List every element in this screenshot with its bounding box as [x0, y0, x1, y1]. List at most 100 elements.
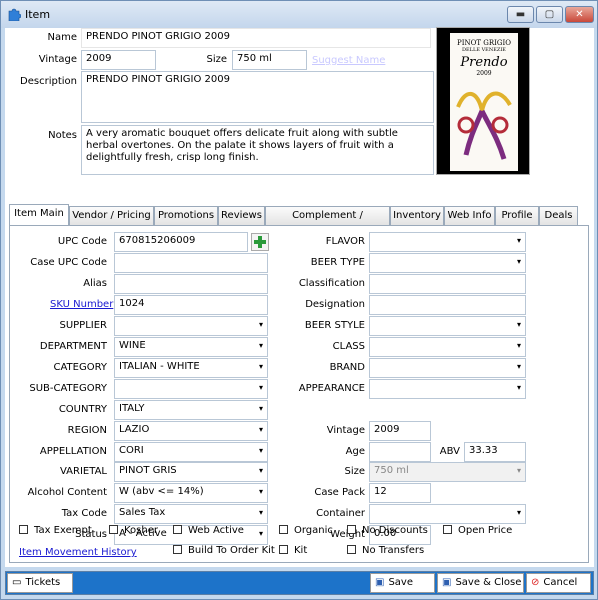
item-movement-history-link[interactable]: Item Movement History: [19, 547, 137, 558]
checkbox-box: [173, 525, 182, 534]
notes-field[interactable]: A very aromatic bouquet offers delicate …: [81, 125, 434, 175]
chevron-down-icon: ▾: [258, 404, 263, 413]
chevron-down-icon: ▾: [516, 466, 521, 475]
open-price-label: Open Price: [458, 525, 513, 536]
tab-complement-substitute[interactable]: Complement / Substitute: [265, 206, 390, 238]
size-select[interactable]: 750 ml ▾: [369, 462, 526, 482]
size-label: Size: [206, 54, 227, 65]
tab-promotions[interactable]: Promotions: [154, 206, 218, 225]
kosher-checkbox[interactable]: Kosher: [109, 525, 158, 536]
save-button[interactable]: ▣ Save: [370, 573, 435, 593]
category-select[interactable]: ITALIAN - WHITE ▾: [114, 358, 268, 378]
tab-inventory[interactable]: Inventory: [390, 206, 444, 225]
save-close-button[interactable]: ▣ Save & Close: [437, 573, 524, 593]
upc-field[interactable]: 670815206009: [114, 232, 248, 252]
tab-profile[interactable]: Profile: [495, 206, 539, 225]
no-discounts-checkbox[interactable]: No Discounts: [347, 525, 428, 536]
abv-field[interactable]: 33.33: [464, 442, 526, 462]
taxcode-label: Tax Code: [61, 508, 107, 519]
appellation-select[interactable]: CORI ▾: [114, 442, 268, 462]
region-value: LAZIO: [119, 424, 150, 435]
save-close-label: Save & Close: [455, 577, 522, 588]
kit-checkbox[interactable]: Kit: [279, 545, 307, 556]
class-select[interactable]: ▾: [369, 337, 526, 357]
open-price-checkbox[interactable]: Open Price: [443, 525, 512, 536]
label-year: 2009: [476, 70, 492, 77]
taxcode-select[interactable]: Sales Tax ▾: [114, 504, 268, 524]
classification-field[interactable]: [369, 274, 526, 294]
cancel-button[interactable]: ⊘ Cancel: [526, 573, 591, 593]
build-to-order-label: Build To Order Kit: [188, 545, 275, 556]
vintage-field[interactable]: 2009: [81, 50, 156, 70]
subcategory-select[interactable]: ▾: [114, 379, 268, 399]
beerstyle-select[interactable]: ▾: [369, 316, 526, 336]
alias-field[interactable]: [114, 274, 268, 294]
case-upc-label: Case UPC Code: [30, 257, 107, 268]
alcohol-select[interactable]: W (abv <= 14%) ▾: [114, 483, 268, 503]
supplier-select[interactable]: ▾: [114, 316, 268, 336]
web-active-checkbox[interactable]: Web Active: [173, 525, 244, 536]
country-select[interactable]: ITALY ▾: [114, 400, 268, 420]
country-value: ITALY: [119, 403, 145, 414]
container-select[interactable]: ▾: [369, 504, 526, 524]
kosher-label: Kosher: [124, 525, 158, 536]
cancel-label: Cancel: [543, 577, 578, 588]
name-field[interactable]: PRENDO PINOT GRIGIO 2009: [81, 28, 431, 48]
close-button[interactable]: ✕: [565, 6, 594, 23]
sku-number-link[interactable]: SKU Number: [50, 299, 113, 310]
chevron-down-icon: ▾: [258, 383, 263, 392]
description-field[interactable]: PRENDO PINOT GRIGIO 2009: [81, 71, 434, 123]
tax-exempt-checkbox[interactable]: Tax Exempt: [19, 525, 92, 536]
tab-web-info[interactable]: Web Info: [444, 206, 495, 225]
case-upc-field[interactable]: [114, 253, 268, 273]
tab-item-main[interactable]: Item Main: [9, 204, 69, 225]
tax-exempt-label: Tax Exempt: [34, 525, 92, 536]
tab-vendor-pricing[interactable]: Vendor / Pricing: [69, 206, 154, 225]
brand-select[interactable]: ▾: [369, 358, 526, 378]
organic-checkbox[interactable]: Organic: [279, 525, 333, 536]
chevron-down-icon: ▾: [258, 320, 263, 329]
region-select[interactable]: LAZIO ▾: [114, 421, 268, 441]
casepack-field[interactable]: 12: [369, 483, 431, 503]
varietal-select[interactable]: PINOT GRIS ▾: [114, 462, 268, 482]
sku-field[interactable]: 1024: [114, 295, 268, 315]
chevron-down-icon: ▾: [516, 236, 521, 245]
age-label: Age: [345, 446, 365, 457]
wine-bottle-photo: PINOT GRIGIO DELLE VENEZIE Prendo 2009: [436, 27, 530, 175]
appearance-select[interactable]: ▾: [369, 379, 526, 399]
brand-label: BRAND: [329, 362, 365, 373]
tab-strip: Item Main Vendor / Pricing Promotions Re…: [9, 204, 589, 238]
alcohol-label: Alcohol Content: [27, 487, 107, 498]
kit-label: Kit: [294, 545, 308, 556]
save-label: Save: [388, 577, 413, 588]
tab-reviews[interactable]: Reviews: [218, 206, 265, 225]
add-upc-button[interactable]: [251, 233, 269, 251]
beerstyle-label: BEER STYLE: [304, 320, 365, 331]
beertype-select[interactable]: ▾: [369, 253, 526, 273]
organic-label: Organic: [294, 525, 333, 536]
tab-deals[interactable]: Deals: [539, 206, 578, 225]
label-brand: Prendo: [460, 55, 508, 70]
flavor-select[interactable]: ▾: [369, 232, 526, 252]
designation-field[interactable]: [369, 295, 526, 315]
chevron-down-icon: ▾: [516, 383, 521, 392]
vintage-right-field[interactable]: 2009: [369, 421, 431, 441]
size-field[interactable]: 750 ml: [232, 50, 307, 70]
age-field[interactable]: [369, 442, 431, 462]
casepack-label: Case Pack: [314, 487, 365, 498]
no-transfers-label: No Transfers: [362, 545, 425, 556]
no-transfers-checkbox[interactable]: No Transfers: [347, 545, 424, 556]
upc-label: UPC Code: [57, 236, 107, 247]
tickets-button[interactable]: ▭ Tickets: [7, 573, 73, 593]
suggest-name-link[interactable]: Suggest Name: [312, 55, 385, 66]
minimize-button[interactable]: ▬: [507, 6, 534, 23]
build-to-order-checkbox[interactable]: Build To Order Kit: [173, 545, 275, 556]
size-value: 750 ml: [374, 465, 409, 476]
checkbox-box: [347, 545, 356, 554]
maximize-button[interactable]: ▢: [536, 6, 563, 23]
department-label: DEPARTMENT: [39, 341, 107, 352]
region-label: REGION: [67, 425, 107, 436]
department-select[interactable]: WINE ▾: [114, 337, 268, 357]
grape-art: [456, 91, 512, 160]
appellation-value: CORI: [119, 445, 144, 456]
